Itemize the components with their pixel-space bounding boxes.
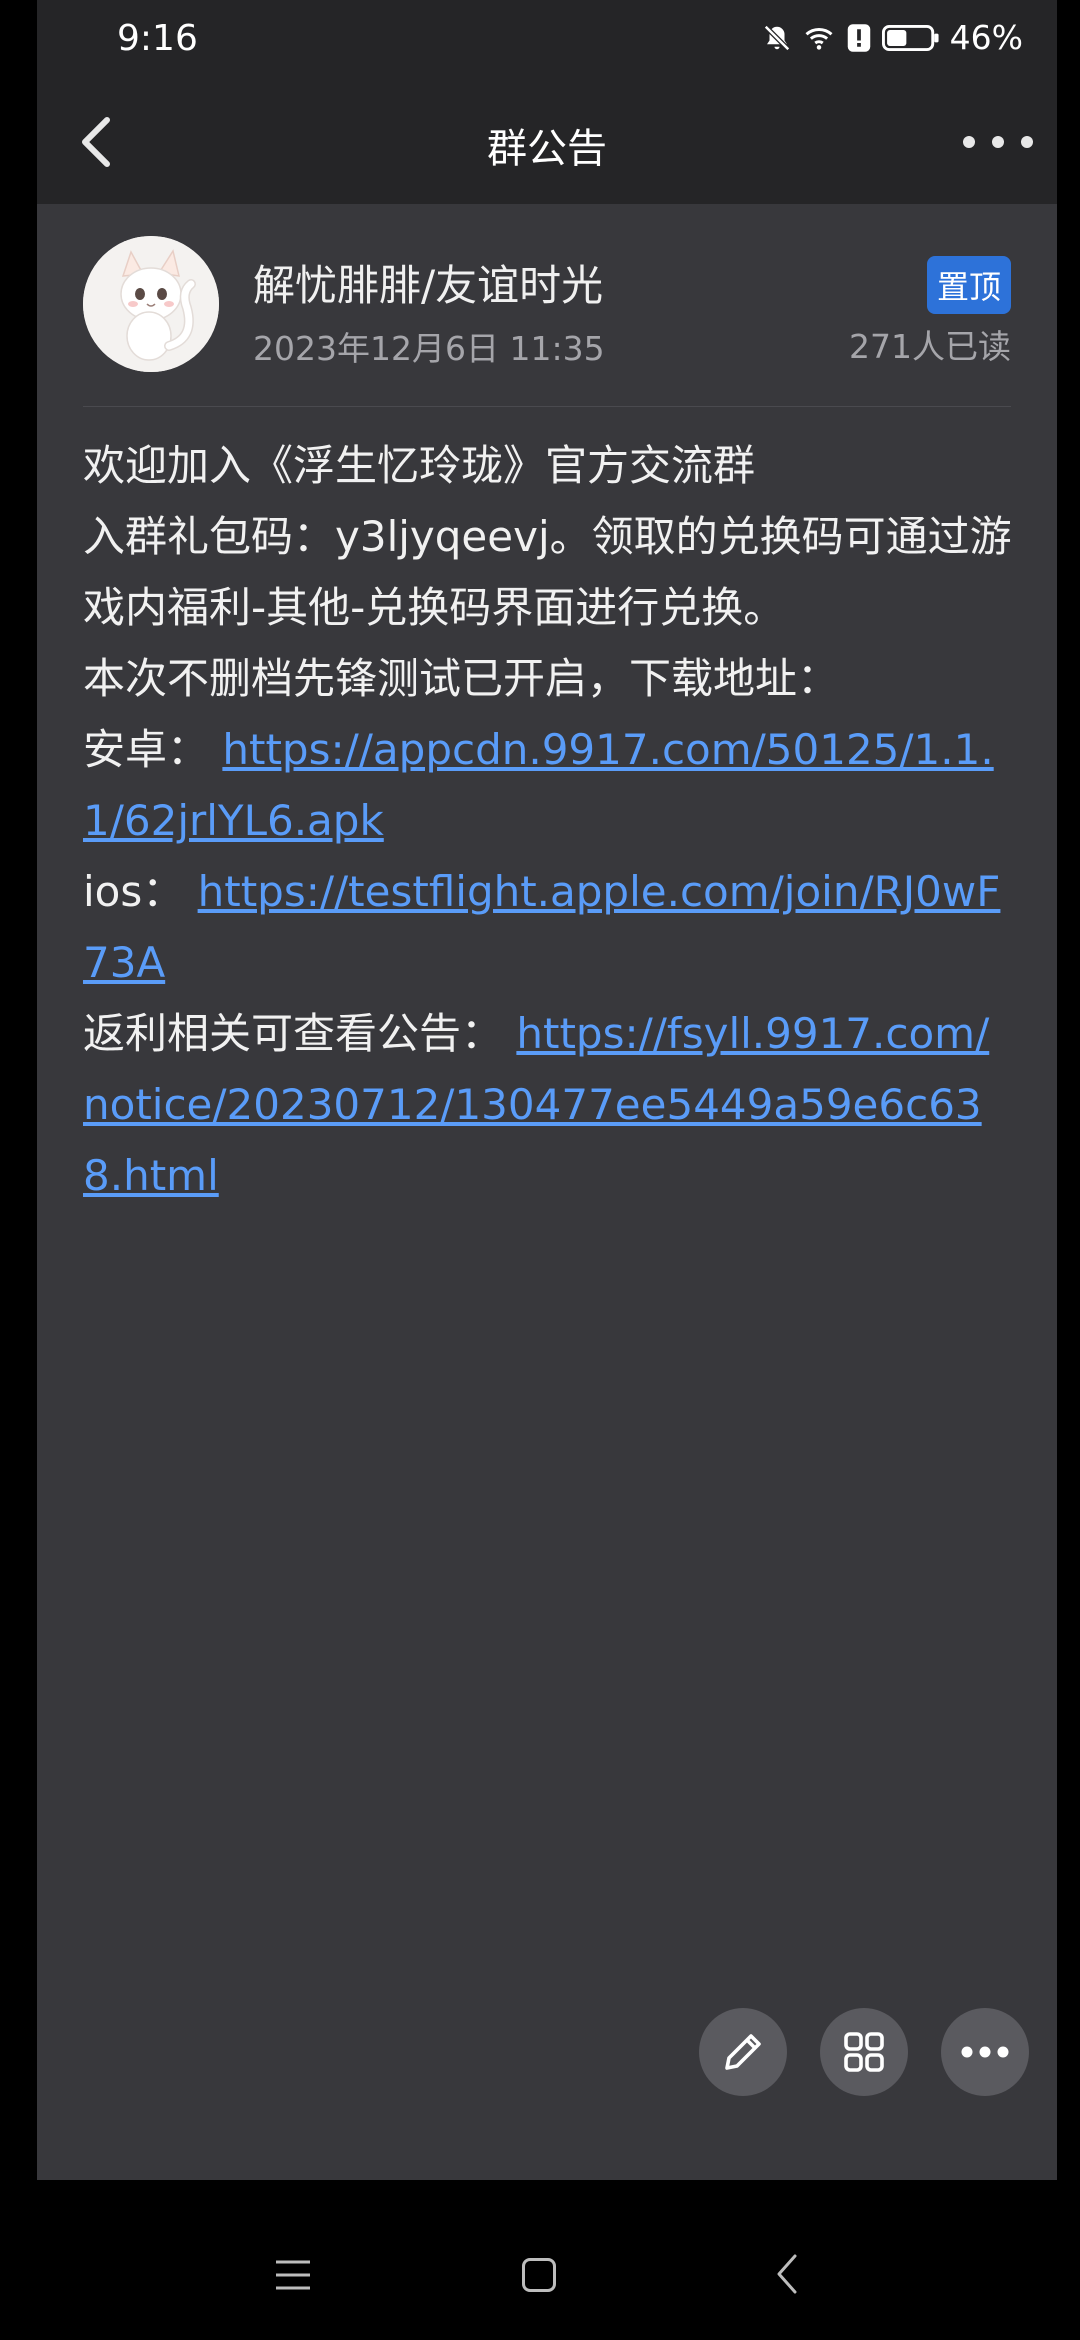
welcome-line: 欢迎加入《浮生忆玲珑》官方交流群 (83, 441, 756, 490)
pinned-badge: 置顶 (926, 256, 1011, 314)
android-label: 安卓： (83, 725, 210, 774)
announcement-card: 解忧腓腓/友谊时光 2023年12月6日 11:35 置顶 271人已读 欢迎加… (37, 204, 1057, 2180)
ios-line: ios： https://testflight.apple.com/join/R… (83, 856, 1013, 998)
android-download-link[interactable]: https://appcdn.9917.com/50125/1.1.1/62jr… (83, 725, 994, 845)
ios-label: ios： (83, 867, 185, 916)
bell-off-icon (763, 24, 790, 51)
ios-download-link[interactable]: https://testflight.apple.com/join/RJ0wF7… (83, 867, 1000, 987)
gift-code-line: 入群礼包码：y3ljyqeevj。领取的兑换码可通过游戏内福利-其他-兑换码界面… (83, 512, 1012, 632)
status-time: 9:16 (117, 18, 198, 59)
battery-percent: 46% (949, 18, 1023, 57)
menu-icon[interactable] (274, 2258, 312, 2292)
top-nav-bar: 群公告 (37, 80, 1057, 204)
announcement-screen: 9:16 46% 群公告 解忧腓腓/友谊时光 2023年12月6日 11:35 … (37, 0, 1057, 2180)
read-count[interactable]: 271人已读 (849, 320, 1011, 368)
more-horizontal-icon (961, 2046, 1009, 2058)
notice-line: 返利相关可查看公告： https://fsyll.9917.com/notice… (83, 998, 1013, 1211)
divider (83, 406, 1011, 407)
cat-avatar-icon (83, 236, 219, 372)
phone-screen: 9:16 46% 群公告 解忧腓腓/友谊时光 2023年12月6日 11:35 … (0, 0, 1080, 2340)
page-title: 群公告 (487, 126, 607, 172)
post-date: 2023年12月6日 11:35 (253, 329, 605, 368)
more-actions-button[interactable] (941, 2008, 1029, 2096)
android-line: 安卓： https://appcdn.9917.com/50125/1.1.1/… (83, 714, 1013, 856)
pencil-icon (725, 2034, 761, 2070)
edit-button[interactable] (699, 2008, 787, 2096)
battery-icon (881, 24, 939, 51)
status-bar: 9:16 46% (37, 0, 1057, 80)
grid-icon (844, 2032, 884, 2072)
grid-menu-button[interactable] (820, 2008, 908, 2096)
notice-label: 返利相关可查看公告： (83, 1009, 504, 1058)
avatar[interactable] (83, 236, 219, 372)
alert-icon (847, 23, 870, 52)
download-intro-line: 本次不删档先锋测试已开启，下载地址： (83, 654, 840, 703)
author-name[interactable]: 解忧腓腓/友谊时光 (253, 252, 603, 313)
home-icon[interactable] (522, 2258, 556, 2292)
more-options-icon[interactable] (963, 122, 1033, 162)
announcement-body: 欢迎加入《浮生忆玲珑》官方交流群 入群礼包码：y3ljyqeevj。领取的兑换码… (83, 430, 1013, 1211)
status-icons: 46% (762, 18, 1023, 57)
back-icon[interactable] (773, 2252, 801, 2296)
wifi-icon (805, 27, 833, 50)
